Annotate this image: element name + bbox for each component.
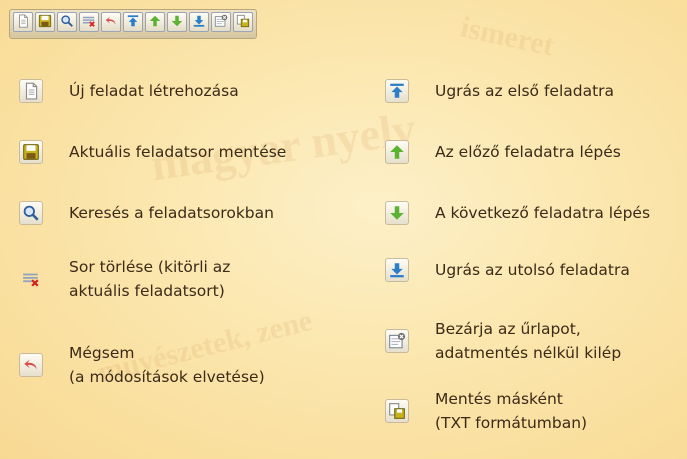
- new-document-icon: [16, 13, 30, 32]
- undo-icon: [19, 353, 43, 377]
- go-last-icon: [192, 13, 206, 32]
- previous-button[interactable]: [145, 12, 165, 32]
- legend-text: Mentés másként (TXT formátumban): [435, 390, 588, 432]
- go-next-icon: [385, 201, 409, 225]
- legend-item-previous: Az előző feladatra lépés: [385, 140, 621, 164]
- legend-item-cancel: Mégsem (a módosítások elvetése): [19, 341, 265, 389]
- legend-text: Ugrás az utolsó feladatra: [435, 261, 630, 279]
- legend-text: Az előző feladatra lépés: [435, 143, 621, 161]
- legend-item-search: Keresés a feladatsorokban: [19, 201, 274, 225]
- legend-text: Aktuális feladatsor mentése: [69, 143, 287, 161]
- search-icon: [60, 13, 74, 32]
- legend-item-first: Ugrás az első feladatra: [385, 79, 614, 103]
- legend-text: A következő feladatra lépés: [435, 204, 651, 222]
- delete-row-icon: [82, 13, 96, 32]
- legend-text: Sor törlése (kitörli az aktuális feladats…: [69, 258, 231, 300]
- next-button[interactable]: [167, 12, 187, 32]
- legend-text: Ugrás az első feladatra: [435, 82, 615, 100]
- legend-text: Mégsem (a módosítások elvetése): [69, 344, 265, 386]
- toolbar: [9, 9, 257, 39]
- undo-icon: [104, 13, 118, 32]
- close-form-icon: [385, 329, 409, 353]
- new-button[interactable]: [13, 12, 33, 32]
- save-as-icon: [385, 399, 409, 423]
- cancel-button[interactable]: [101, 12, 121, 32]
- first-button[interactable]: [123, 12, 143, 32]
- legend-item-delete-row: Sor törlése (kitörli az aktuális feladats…: [19, 255, 230, 303]
- search-button[interactable]: [57, 12, 77, 32]
- watermark-text: ismeret: [457, 10, 557, 63]
- search-icon: [19, 201, 43, 225]
- close-form-button[interactable]: [211, 12, 231, 32]
- last-button[interactable]: [189, 12, 209, 32]
- legend-item-close-form: Bezárja az űrlapot, adatmentés nélkül kil…: [385, 317, 621, 365]
- legend-item-save: Aktuális feladatsor mentése: [19, 140, 286, 164]
- new-document-icon: [19, 79, 43, 103]
- save-icon: [19, 140, 43, 164]
- go-last-icon: [385, 258, 409, 282]
- legend-text: Keresés a feladatsorokban: [69, 204, 274, 222]
- go-first-icon: [126, 13, 140, 32]
- legend-item-new: Új feladat létrehozása: [19, 79, 239, 103]
- legend-text: Bezárja az űrlapot, adatmentés nélkül kil…: [435, 320, 622, 362]
- go-first-icon: [385, 79, 409, 103]
- go-previous-icon: [148, 13, 162, 32]
- legend-item-last: Ugrás az utolsó feladatra: [385, 258, 630, 282]
- legend-text: Új feladat létrehozása: [69, 82, 239, 100]
- legend-item-next: A következő feladatra lépés: [385, 201, 650, 225]
- delete-row-button[interactable]: [79, 12, 99, 32]
- save-as-icon: [236, 13, 250, 32]
- save-icon: [38, 13, 52, 32]
- go-next-icon: [170, 13, 184, 32]
- save-button[interactable]: [35, 12, 55, 32]
- save-as-button[interactable]: [233, 12, 253, 32]
- delete-row-icon: [19, 267, 43, 291]
- close-form-icon: [214, 13, 228, 32]
- go-previous-icon: [385, 140, 409, 164]
- legend-item-save-as: Mentés másként (TXT formátumban): [385, 387, 587, 435]
